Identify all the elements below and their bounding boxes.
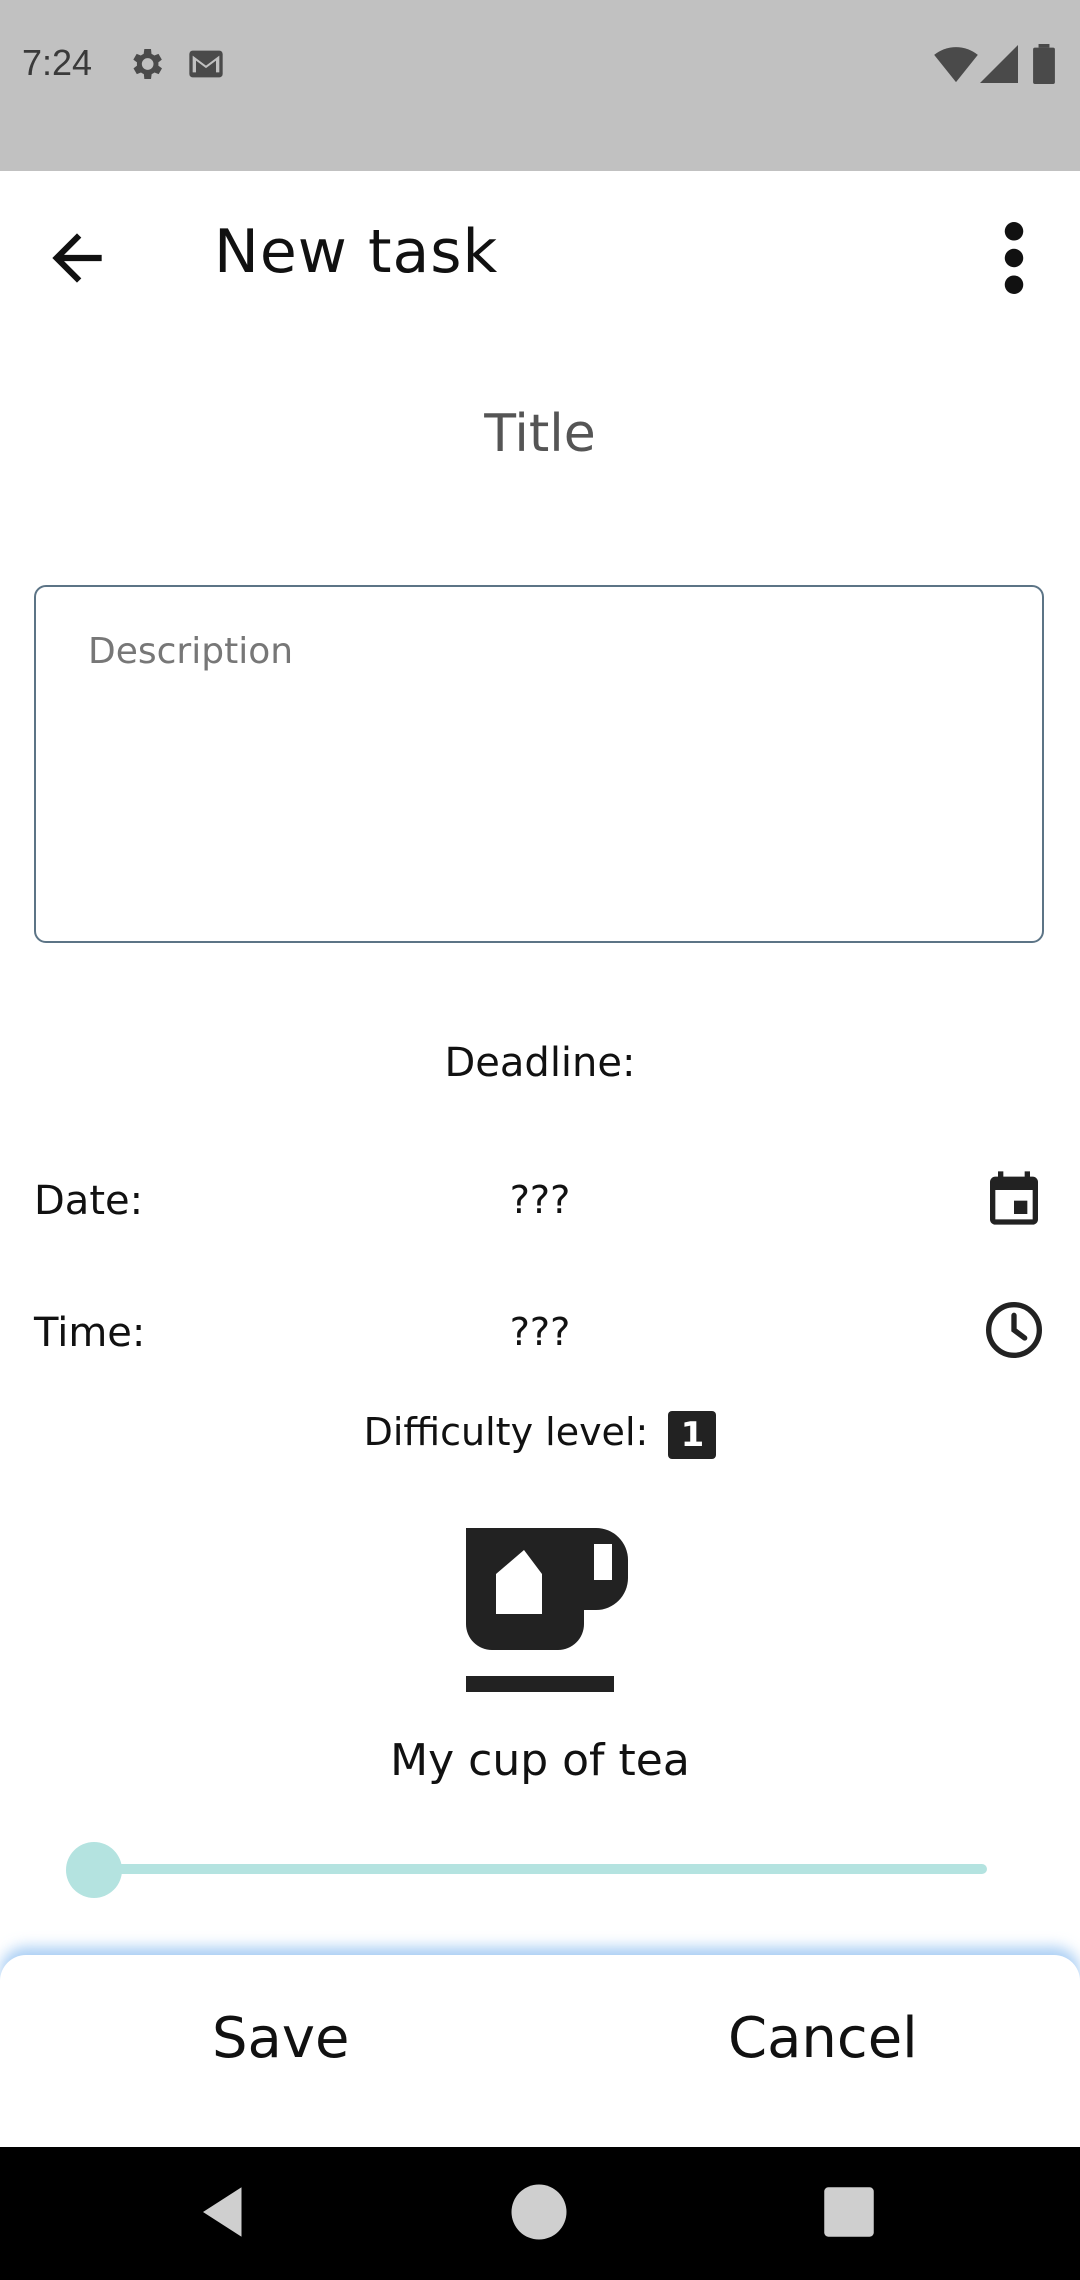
calendar-icon[interactable] [982, 1166, 1046, 1230]
difficulty-badge: 1 [668, 1410, 717, 1459]
nav-back-icon[interactable] [192, 2179, 258, 2245]
description-input[interactable]: Description [34, 585, 1044, 943]
arrow-back-icon[interactable] [40, 221, 114, 295]
difficulty-caption: My cup of tea [390, 1735, 690, 1786]
wifi-icon [934, 47, 978, 83]
save-button[interactable]: Save [206, 2005, 355, 2072]
nav-recents-icon[interactable] [816, 2179, 882, 2245]
clock-icon[interactable] [982, 1298, 1046, 1362]
nav-home-icon[interactable] [506, 2179, 572, 2245]
time-value: ??? [509, 1310, 571, 1354]
description-placeholder: Description [88, 631, 294, 672]
cancel-button[interactable]: Cancel [722, 2005, 924, 2072]
status-time: 7:24 [22, 42, 93, 83]
navigation-bar [0, 2147, 1080, 2280]
difficulty-row: Difficulty level: 1 [0, 1410, 1080, 1459]
status-bar: 7:24 [0, 0, 1080, 171]
tea-cup-icon [466, 1528, 628, 1692]
more-vert-icon[interactable] [992, 221, 1036, 295]
title-input[interactable]: Title [0, 404, 1080, 464]
difficulty-label: Difficulty level: [363, 1410, 649, 1454]
gear-icon [133, 49, 162, 79]
signal-icon [980, 45, 1018, 83]
gmail-icon [189, 50, 223, 78]
app-bar: New task [0, 171, 1080, 336]
date-value: ??? [509, 1178, 571, 1222]
battery-icon [1033, 44, 1055, 84]
difficulty-slider-thumb[interactable] [66, 1842, 122, 1898]
difficulty-slider[interactable] [92, 1864, 987, 1874]
bottom-action-panel: Save Cancel [0, 1955, 1080, 2147]
page-title: New task [214, 217, 499, 287]
deadline-label: Deadline: [444, 1040, 636, 1086]
